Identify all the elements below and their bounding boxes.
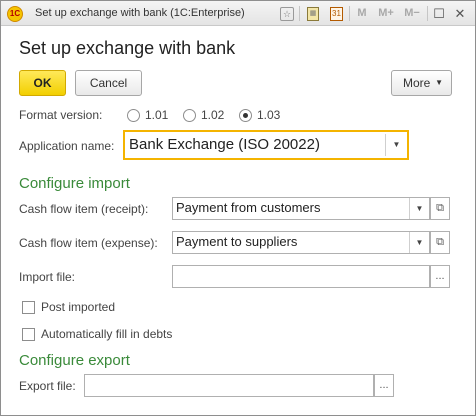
application-name-label: Application name:	[19, 139, 115, 153]
export-file-browse-button[interactable]: ...	[374, 374, 394, 397]
restore-icon[interactable]: ☐	[432, 5, 446, 22]
import-file-label: Import file:	[19, 270, 76, 284]
toolbar-separator	[427, 6, 428, 21]
application-name-value: Bank Exchange (ISO 20022)	[129, 136, 320, 153]
import-file-browse-button[interactable]: ...	[430, 265, 450, 288]
radio-version-1-01[interactable]	[127, 109, 140, 122]
memory-plus-button[interactable]: M+	[375, 5, 397, 22]
autofill-debts-label[interactable]: Automatically fill in debts	[41, 327, 172, 341]
autofill-debts-checkbox[interactable]	[22, 328, 35, 341]
receipt-open-button[interactable]: ⧉	[430, 197, 450, 220]
cancel-button[interactable]: Cancel	[75, 70, 142, 96]
chevron-down-icon: ▼	[435, 78, 443, 87]
expense-label: Cash flow item (expense):	[19, 236, 158, 250]
app-logo-icon[interactable]: 1C	[7, 6, 23, 22]
more-button-label: More	[403, 76, 431, 90]
bookmark-icon[interactable]: ☆	[280, 7, 294, 21]
export-file-label: Export file:	[19, 379, 76, 393]
toolbar-separator	[349, 6, 350, 21]
application-name-dropdown[interactable]: ▼	[385, 134, 407, 156]
post-imported-checkbox[interactable]	[22, 301, 35, 314]
receipt-field[interactable]: Payment from customers ▼	[172, 197, 430, 220]
expense-field[interactable]: Payment to suppliers ▼	[172, 231, 430, 254]
format-version-label: Format version:	[19, 108, 103, 122]
receipt-dropdown[interactable]: ▼	[409, 198, 429, 219]
configure-export-heading: Configure export	[19, 352, 130, 369]
memory-minus-button[interactable]: M−	[401, 5, 423, 22]
radio-version-1-02-label[interactable]: 1.02	[201, 108, 224, 122]
radio-version-1-03-label[interactable]: 1.03	[257, 108, 280, 122]
radio-version-1-03[interactable]	[239, 109, 252, 122]
memory-button[interactable]: M	[356, 5, 368, 22]
expense-dropdown[interactable]: ▼	[409, 232, 429, 253]
import-file-field[interactable]	[172, 265, 430, 288]
dialog-window: 1C Set up exchange with bank (1C:Enterpr…	[0, 0, 476, 416]
export-file-field[interactable]	[84, 374, 374, 397]
expense-value: Payment to suppliers	[176, 234, 298, 249]
form-title: Set up exchange with bank	[19, 38, 236, 58]
toolbar-separator	[299, 6, 300, 21]
expense-open-button[interactable]: ⧉	[430, 231, 450, 254]
ok-button[interactable]: OK	[19, 70, 66, 96]
more-button[interactable]: More ▼	[391, 70, 452, 96]
close-icon[interactable]: ✕	[453, 5, 467, 22]
calendar-icon[interactable]: 31	[330, 7, 343, 21]
post-imported-label[interactable]: Post imported	[41, 300, 115, 314]
application-name-field[interactable]: Bank Exchange (ISO 20022) ▼	[123, 130, 409, 160]
title-bar: 1C Set up exchange with bank (1C:Enterpr…	[1, 1, 475, 26]
window-title: Set up exchange with bank (1C:Enterprise…	[35, 7, 245, 19]
radio-version-1-01-label[interactable]: 1.01	[145, 108, 168, 122]
receipt-label: Cash flow item (receipt):	[19, 202, 149, 216]
calculator-icon[interactable]: ▦	[307, 7, 319, 21]
configure-import-heading: Configure import	[19, 175, 130, 192]
radio-version-1-02[interactable]	[183, 109, 196, 122]
receipt-value: Payment from customers	[176, 200, 321, 215]
